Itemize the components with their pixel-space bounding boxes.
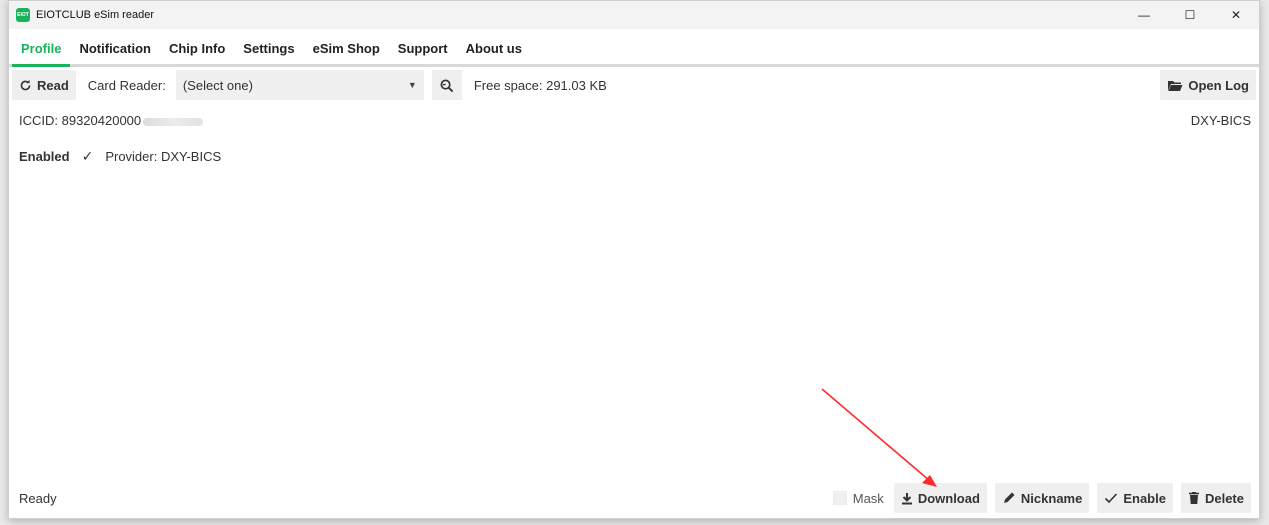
pencil-icon: [1003, 492, 1015, 503]
tab-bar: Profile Notification Chip Info Settings …: [9, 29, 1259, 67]
close-button[interactable]: ✕: [1213, 1, 1259, 29]
tab-notification[interactable]: Notification: [70, 41, 160, 64]
card-reader-label: Card Reader:: [87, 77, 166, 93]
read-button[interactable]: Read: [12, 70, 76, 100]
delete-button[interactable]: Delete: [1180, 483, 1251, 513]
check-icon: [1105, 493, 1118, 504]
nickname-label: Nickname: [1020, 490, 1083, 506]
window-title: EIOTCLUB eSim reader: [36, 9, 154, 21]
status-bar: Ready Mask Download Nickname Enable Dele…: [9, 478, 1259, 518]
toolbar: Read Card Reader: (Select one) ▼ Free sp…: [9, 67, 1259, 103]
tab-settings[interactable]: Settings: [234, 41, 303, 64]
chevron-down-icon: ▼: [407, 80, 417, 90]
download-icon: [901, 492, 912, 504]
open-log-label: Open Log: [1188, 77, 1249, 93]
profile-provider-right: DXY-BICS: [1190, 113, 1251, 128]
profile-provider: Provider: DXY-BICS: [105, 149, 222, 164]
refresh-icon: [20, 79, 31, 90]
app-logo-icon: EIOT: [16, 8, 30, 22]
app-window: EIOT EIOTCLUB eSim reader — ☐ ✕ Profile …: [8, 0, 1260, 519]
open-log-button[interactable]: Open Log: [1160, 70, 1256, 100]
download-label: Download: [917, 490, 980, 506]
profile-header-row: ICCID: 89320420000 DXY-BICS: [19, 113, 1251, 128]
redacted-blur: [143, 117, 204, 126]
card-reader-value: (Select one): [182, 77, 253, 93]
maximize-button[interactable]: ☐: [1167, 1, 1213, 29]
enable-label: Enable: [1123, 490, 1166, 506]
tab-profile[interactable]: Profile: [12, 41, 71, 67]
nickname-button[interactable]: Nickname: [994, 483, 1090, 513]
scan-reader-button[interactable]: [431, 70, 462, 100]
status-text: Ready: [19, 490, 57, 506]
checkbox-box[interactable]: [832, 491, 847, 505]
profile-status-row[interactable]: Enabled ✓ Provider: DXY-BICS: [19, 148, 221, 165]
mask-checkbox[interactable]: Mask: [832, 490, 884, 506]
tab-chip-info[interactable]: Chip Info: [160, 41, 234, 64]
tab-esim-shop[interactable]: eSim Shop: [304, 41, 389, 64]
search-refresh-icon: [440, 79, 454, 92]
mask-label: Mask: [852, 490, 884, 506]
tab-support[interactable]: Support: [389, 41, 457, 64]
enable-button[interactable]: Enable: [1097, 483, 1173, 513]
download-button[interactable]: Download: [893, 483, 987, 513]
trash-icon: [1188, 492, 1199, 504]
card-reader-select[interactable]: (Select one) ▼: [175, 70, 424, 100]
free-space-text: Free space: 291.03 KB: [473, 77, 607, 93]
folder-open-icon: [1168, 80, 1183, 91]
profile-status: Enabled: [19, 149, 70, 164]
minimize-button[interactable]: —: [1121, 1, 1167, 29]
check-icon: ✓: [81, 148, 94, 164]
delete-label: Delete: [1204, 490, 1244, 506]
title-bar: EIOT EIOTCLUB eSim reader — ☐ ✕: [9, 1, 1259, 29]
iccid-text: ICCID: 89320420000: [19, 113, 204, 128]
read-button-label: Read: [37, 77, 69, 93]
tab-about-us[interactable]: About us: [457, 41, 531, 64]
